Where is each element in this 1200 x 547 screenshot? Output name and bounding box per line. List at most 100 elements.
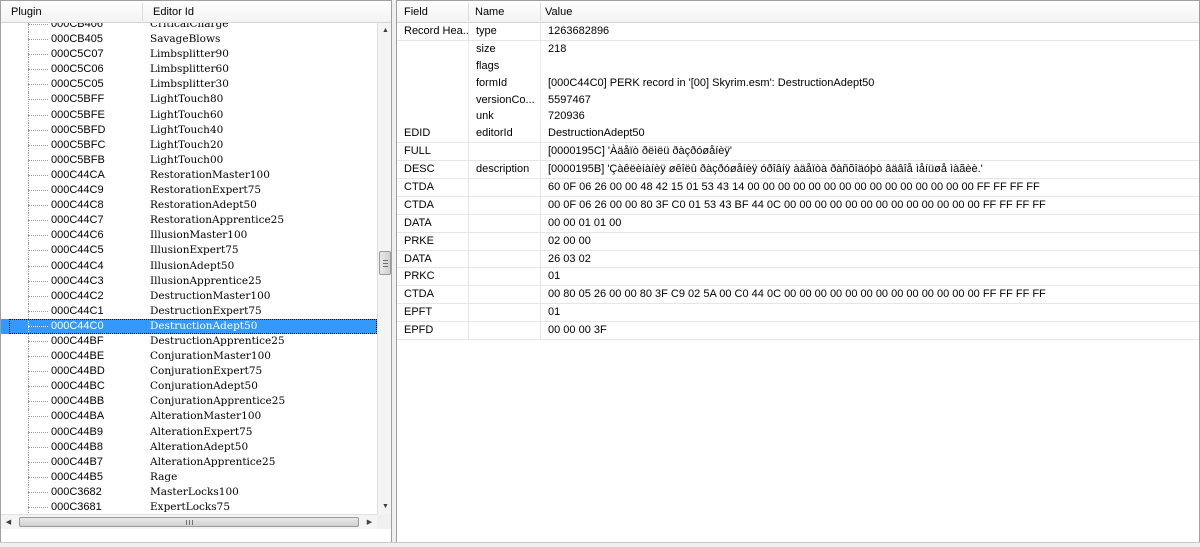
tree-line [28, 401, 48, 403]
tree-row[interactable]: 000C3682 MasterLocks100 [1, 484, 377, 500]
field-row[interactable]: FULL [0000195C] 'Àäåïò ðëìëü ðàçðóøåíèÿ' [397, 143, 1199, 162]
field-row[interactable]: CTDA 00 0F 06 26 00 00 80 3F C0 01 53 43 … [397, 196, 1199, 215]
editor-id: MasterLocks100 [150, 485, 239, 498]
tree-row[interactable]: 000C44C9 RestorationExpert75 [1, 183, 377, 199]
field-row[interactable]: DESC description [0000195B] 'Çàêëèíàíèÿ øê… [397, 161, 1199, 180]
editor-id: LightTouch00 [150, 153, 224, 166]
field-row[interactable]: versionCo... 5597467 [397, 91, 1199, 109]
tree-row[interactable]: 000C44BB ConjurationApprentice25 [1, 394, 377, 410]
arrow-up-icon[interactable]: ▲ [378, 23, 391, 38]
value-cell[interactable]: 01 [540, 268, 1199, 286]
tree-row[interactable]: 000C44BD ConjurationExpert75 [1, 364, 377, 380]
tree-row[interactable]: 000C44BC ConjurationAdept50 [1, 379, 377, 395]
tree-line [28, 371, 48, 373]
editor-id: LightTouch20 [150, 138, 224, 151]
value-cell[interactable]: 00 80 05 26 00 00 80 3F C9 02 5A 00 C0 4… [540, 286, 1199, 304]
arrow-down-icon[interactable]: ▼ [378, 499, 391, 514]
field-row[interactable]: DATA 00 00 01 01 00 [397, 214, 1199, 233]
form-id: 000C44B7 [51, 455, 103, 468]
value-cell[interactable]: 26 03 02 [540, 250, 1199, 268]
tree-row[interactable]: 000C5BFC LightTouch20 [1, 137, 377, 153]
field-row[interactable]: unk 720936 [397, 108, 1199, 126]
scroll-thumb[interactable] [379, 251, 391, 275]
value-cell[interactable]: 00 00 00 3F [540, 322, 1199, 340]
value-cell[interactable]: DestructionAdept50 [540, 125, 1199, 143]
tree-line [28, 491, 48, 493]
tree-line [28, 205, 48, 207]
value-cell[interactable]: [000C44C0] PERK record in '[00] Skyrim.e… [540, 74, 1199, 92]
tree-row[interactable]: 000C5C05 Limbsplitter30 [1, 77, 377, 93]
field-row[interactable]: EPFT 01 [397, 304, 1199, 323]
tree-row[interactable]: 000C44C5 IllusionExpert75 [1, 243, 377, 259]
field-row[interactable]: flags [397, 57, 1199, 75]
value-cell[interactable]: 00 0F 06 26 00 00 80 3F C0 01 53 43 BF 4… [540, 196, 1199, 214]
field-row[interactable]: PRKC 01 [397, 268, 1199, 287]
arrow-left-icon[interactable]: ◀ [1, 515, 16, 530]
editor-id-column-header[interactable]: Editor Id [143, 1, 375, 23]
tree-row[interactable]: 000C5BFD LightTouch40 [1, 122, 377, 138]
tree-line [28, 174, 48, 176]
name-cell [468, 286, 540, 304]
tree-row[interactable]: 000C44CA RestorationMaster100 [1, 167, 377, 184]
tree-horizontal-scrollbar[interactable]: ◀ ▶ [1, 514, 377, 529]
field-row[interactable]: PRKE 02 00 00 [397, 232, 1199, 251]
tree-row[interactable]: 000C5C06 Limbsplitter60 [1, 62, 377, 78]
value-cell[interactable]: 218 [540, 40, 1199, 58]
tree-row-selected[interactable]: 000C44C0 DestructionAdept50 [1, 318, 377, 335]
field-row[interactable]: CTDA 00 80 05 26 00 00 80 3F C9 02 5A 00 … [397, 286, 1199, 305]
name-column-header[interactable]: Name [468, 1, 540, 23]
field-row[interactable]: formId [000C44C0] PERK record in '[00] Sk… [397, 74, 1199, 92]
tree-row[interactable]: 000C5C07 Limbsplitter90 [1, 47, 377, 63]
field-row[interactable]: EPFD 00 00 00 3F [397, 322, 1199, 341]
form-id: 000C5C07 [51, 48, 104, 61]
tree-row[interactable]: 000C44BA AlterationMaster100 [1, 409, 377, 425]
value-cell[interactable]: 5597467 [540, 91, 1199, 109]
value-cell[interactable]: 00 00 01 01 00 [540, 214, 1199, 232]
record-tree[interactable]: 000CB406 CriticalCharge 000CB405 SavageBlow… [1, 23, 377, 514]
tree-line [28, 295, 48, 297]
tree-row[interactable]: 000C44BF DestructionApprentice25 [1, 333, 377, 350]
tree-row[interactable]: 000C44B7 AlterationApprentice25 [1, 454, 377, 470]
tree-row[interactable]: 000C44C6 IllusionMaster100 [1, 228, 377, 244]
tree-row[interactable]: 000C5BFB LightTouch00 [1, 152, 377, 168]
value-cell[interactable]: 720936 [540, 108, 1199, 126]
arrow-right-icon[interactable]: ▶ [362, 515, 377, 530]
tree-row[interactable]: 000C44C1 DestructionExpert75 [1, 303, 377, 319]
tree-line [28, 416, 48, 418]
field-row[interactable]: size 218 [397, 40, 1199, 58]
tree-row[interactable]: 000CB406 CriticalCharge [1, 23, 377, 33]
tree-row[interactable]: 000C44B9 AlterationExpert75 [1, 424, 377, 440]
tree-vertical-scrollbar[interactable]: ▲ ▼ [377, 23, 391, 514]
form-id: 000C5BFD [51, 123, 106, 136]
field-row[interactable]: DATA 26 03 02 [397, 250, 1199, 269]
record-view-pane: Field Name Value Record Hea... type 126368… [396, 0, 1200, 543]
value-cell[interactable]: 60 0F 06 26 00 00 48 42 15 01 53 43 14 0… [540, 179, 1199, 196]
value-cell[interactable]: 1263682896 [540, 23, 1199, 40]
value-cell[interactable]: [0000195C] 'Àäåïò ðëìëü ðàçðóøåíèÿ' [540, 143, 1199, 161]
field-row[interactable]: CTDA 60 0F 06 26 00 00 48 42 15 01 53 43 … [397, 179, 1199, 197]
value-cell[interactable]: 02 00 00 [540, 232, 1199, 250]
field-row[interactable]: EDID editorId DestructionAdept50 [397, 125, 1199, 144]
tree-row[interactable]: 000C44C4 IllusionAdept50 [1, 258, 377, 274]
value-cell[interactable]: [0000195B] 'Çàêëèíàíèÿ øêîëû ðàçðóøåíèÿ … [540, 161, 1199, 179]
tree-row[interactable]: 000C44B8 AlterationAdept50 [1, 439, 377, 455]
tree-line [28, 310, 48, 312]
record-field-grid[interactable]: Record Hea... type 1263682896 size 218 flags f… [397, 23, 1199, 341]
value-column-header[interactable]: Value [540, 1, 1140, 23]
tree-row[interactable]: 000C5BFF LightTouch80 [1, 92, 377, 108]
plugin-column-header[interactable]: Plugin [1, 1, 141, 23]
tree-row[interactable]: 000C3681 ExpertLocks75 [1, 500, 377, 514]
tree-row[interactable]: 000C44C8 RestorationAdept50 [1, 198, 377, 214]
tree-row[interactable]: 000C44C7 RestorationApprentice25 [1, 213, 377, 229]
value-cell[interactable]: 01 [540, 304, 1199, 322]
field-column-header[interactable]: Field [397, 1, 468, 23]
tree-row[interactable]: 000C44C3 IllusionApprentice25 [1, 273, 377, 289]
tree-row[interactable]: 000C5BFE LightTouch60 [1, 107, 377, 123]
tree-row[interactable]: 000C44BE ConjurationMaster100 [1, 349, 377, 365]
tree-row[interactable]: 000CB405 SavageBlows [1, 32, 377, 48]
tree-row[interactable]: 000C44C2 DestructionMaster100 [1, 288, 377, 304]
tree-row[interactable]: 000C44B5 Rage [1, 469, 377, 485]
horizontal-scroll-thumb[interactable] [19, 517, 359, 527]
value-cell[interactable] [540, 57, 1199, 75]
field-row[interactable]: Record Hea... type 1263682896 [397, 23, 1199, 41]
